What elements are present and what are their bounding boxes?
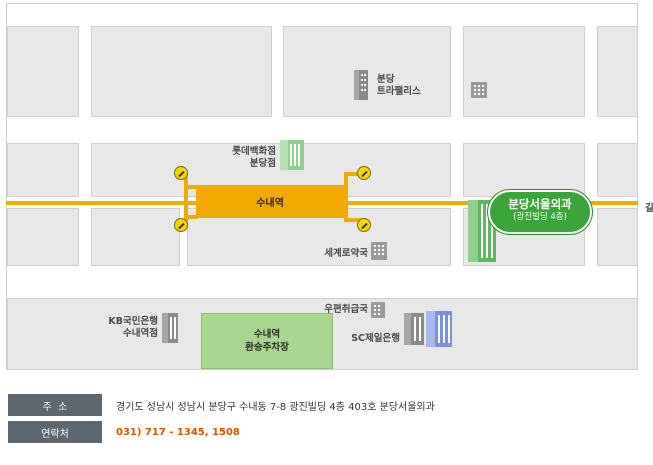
building-icon bbox=[354, 70, 368, 100]
address-label: 주 소 bbox=[8, 394, 102, 416]
location-map: 수내역 분당 트라팰리스 롯데백화점 분당점 세계로약국 우편취급국 SC제일은… bbox=[0, 0, 653, 372]
label-lotte: 롯데백화점 분당점 bbox=[232, 146, 276, 169]
contact-row: 연락처 031) 717 - 1345, 1508 bbox=[8, 421, 240, 443]
city-block bbox=[91, 208, 180, 266]
building-icon bbox=[280, 140, 304, 170]
city-block bbox=[7, 208, 79, 266]
contact-label: 연락처 bbox=[8, 421, 102, 443]
city-block bbox=[597, 143, 638, 197]
subway-exit-icon bbox=[357, 218, 371, 232]
city-block bbox=[91, 26, 272, 117]
building-icon bbox=[426, 311, 452, 347]
hospital-marker: 분당서울외과 (광진빌딩 4층) bbox=[488, 190, 592, 234]
city-block bbox=[463, 143, 585, 197]
building-icon bbox=[162, 313, 178, 343]
subway-exit-icon bbox=[174, 218, 188, 232]
building-icon bbox=[404, 313, 424, 345]
transfer-parking-lot: 수내역 환승주차장 bbox=[201, 313, 333, 369]
hospital-sub: (광진빌딩 4층) bbox=[513, 212, 567, 222]
city-block bbox=[597, 26, 638, 117]
label-edge: 길 bbox=[645, 203, 653, 214]
city-block bbox=[7, 143, 79, 197]
label-kb-bank: KB국민은행 수내역점 bbox=[108, 316, 158, 339]
address-row: 주 소 경기도 성남시 성남시 분당구 수내동 7-8 광진빌딩 4층 403호… bbox=[8, 394, 435, 416]
building-icon bbox=[371, 242, 387, 260]
city-block bbox=[597, 208, 638, 266]
exit-connector bbox=[344, 172, 348, 222]
city-block bbox=[463, 26, 585, 117]
label-terraplace: 분당 트라팰리스 bbox=[377, 74, 421, 97]
label-segye-pharmacy: 세계로약국 bbox=[324, 248, 368, 259]
label-sc-bank: SC제일은행 bbox=[351, 333, 400, 344]
hospital-name: 분당서울외과 bbox=[508, 197, 572, 211]
city-block bbox=[7, 26, 79, 117]
subway-exit-icon bbox=[357, 166, 371, 180]
contact-value: 031) 717 - 1345, 1508 bbox=[116, 426, 240, 438]
building-icon bbox=[371, 302, 385, 318]
address-value: 경기도 성남시 성남시 분당구 수내동 7-8 광진빌딩 4층 403호 분당서… bbox=[116, 401, 435, 413]
subway-exit-icon bbox=[174, 166, 188, 180]
building-icon bbox=[471, 82, 487, 98]
suneae-station: 수내역 bbox=[196, 185, 344, 218]
